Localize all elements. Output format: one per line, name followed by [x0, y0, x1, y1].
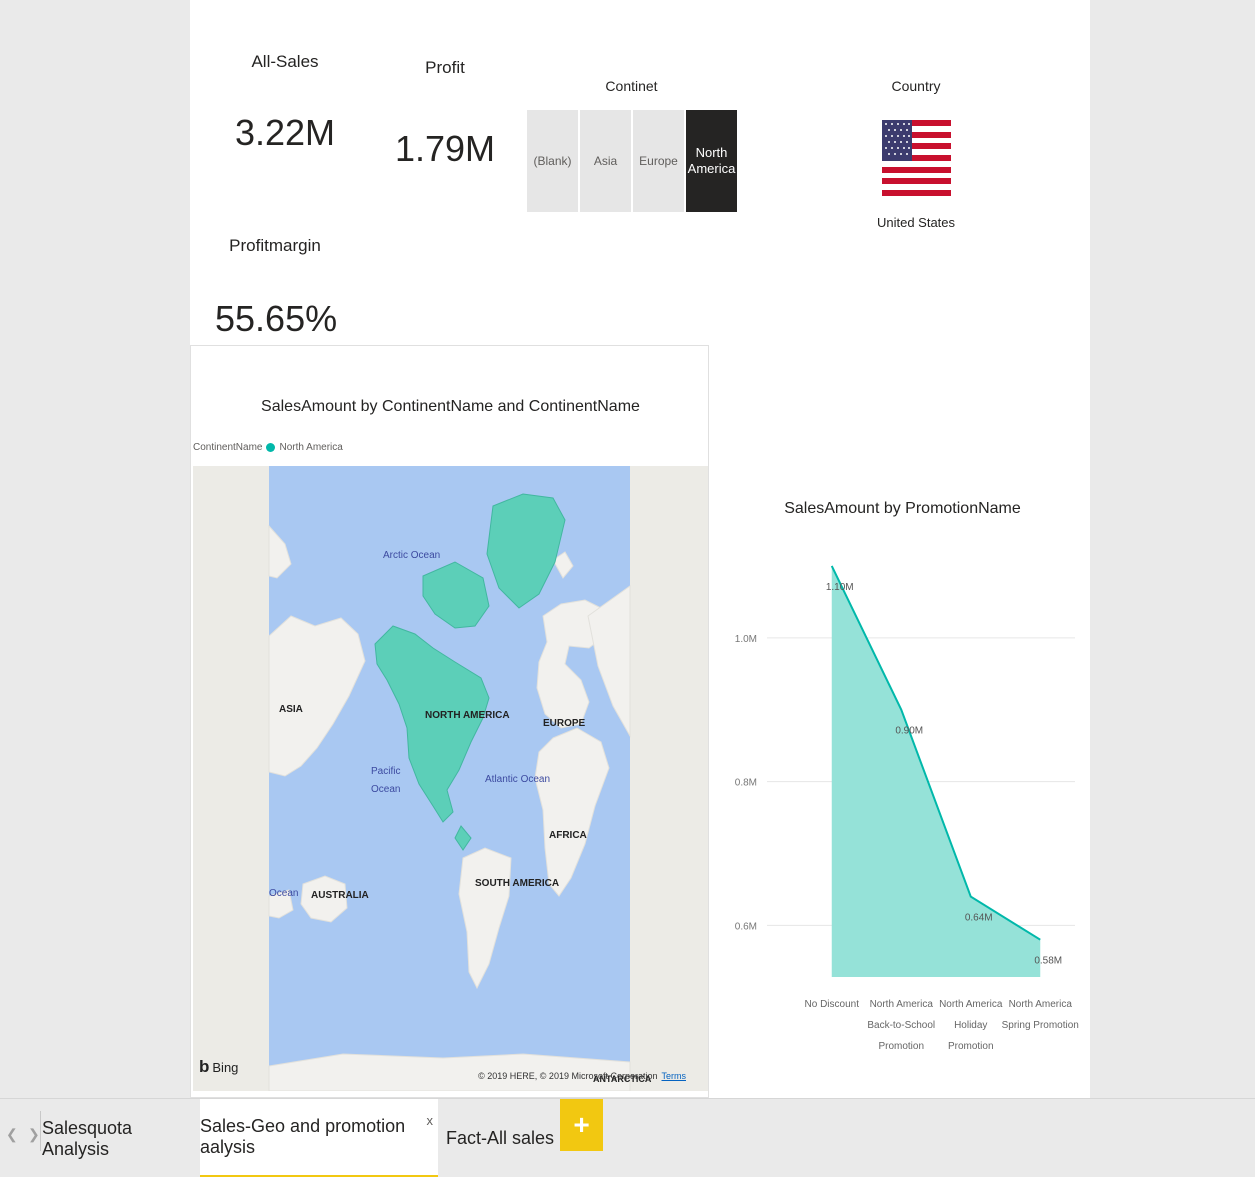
slicer-option-europe[interactable]: Europe	[633, 110, 684, 212]
map-label-ocean: Ocean	[269, 888, 298, 899]
add-page-button[interactable]: +	[560, 1099, 603, 1151]
map-label-atlantic: Atlantic Ocean	[485, 774, 550, 785]
area-chart[interactable]: 0.6M 0.8M 1.0M 1.10M 0.90M 0.64M 0.58M No Disco…	[730, 530, 1080, 1060]
all-sales-card[interactable]: All-Sales 3.22M	[220, 52, 350, 154]
bing-logo: b Bing	[199, 1057, 238, 1077]
area-chart-title: SalesAmount by PromotionName	[784, 500, 1021, 517]
tab-fact-all-sales[interactable]: Fact-All sales	[441, 1099, 559, 1177]
legend-label: ContinentName	[193, 442, 263, 453]
card-value: 3.22M	[234, 112, 336, 153]
world-map: Arctic Ocean ASIA NORTH AMERICA EUROPE P…	[268, 466, 652, 1091]
us-flag-icon	[882, 120, 951, 196]
x-tick-label: Promotion	[878, 1041, 924, 1052]
card-value: 1.79M	[394, 128, 496, 169]
bing-label: Bing	[212, 1059, 239, 1075]
x-tick-label: No Discount	[805, 999, 860, 1010]
copyright-text: © 2019 HERE, © 2019 Microsoft Corporatio…	[478, 1071, 658, 1081]
map-label-africa: AFRICA	[549, 830, 587, 841]
continent-slicer-title: Continet	[605, 78, 658, 94]
card-label: Profit	[425, 58, 465, 77]
x-tick-label: North America	[939, 999, 1003, 1010]
tab-prev-icon[interactable]: ❮	[6, 1126, 18, 1143]
x-tick-label: Promotion	[948, 1041, 994, 1052]
slicer-option-north-america[interactable]: North America	[686, 110, 737, 212]
map-label-pacific-1: Pacific	[371, 766, 400, 777]
x-tick-label: North America	[870, 999, 934, 1010]
profit-card[interactable]: Profit 1.79M	[390, 58, 500, 170]
card-label: Profitmargin	[229, 236, 321, 255]
legend-item[interactable]: North America	[279, 442, 342, 453]
map-area[interactable]: Arctic Ocean ASIA NORTH AMERICA EUROPE P…	[193, 466, 708, 1091]
x-tick-label: North America	[1009, 999, 1073, 1010]
slicer-option-asia[interactable]: Asia	[580, 110, 631, 212]
close-icon[interactable]: x	[427, 1113, 434, 1128]
y-tick-label: 0.8M	[735, 778, 757, 789]
page-tab-bar: ❮ ❯ Salesquota Analysis Sales-Geo and pr…	[0, 1098, 1255, 1177]
map-copyright: © 2019 HERE, © 2019 Microsoft Corporatio…	[478, 1071, 686, 1081]
card-value: 55.65%	[215, 298, 338, 339]
legend-dot-icon	[266, 443, 276, 452]
map-label-europe: EUROPE	[543, 718, 586, 729]
map-visual[interactable]: SalesAmount by ContinentName and Contine…	[190, 345, 709, 1098]
map-legend: ContinentName North America	[193, 442, 343, 453]
area-fill	[831, 565, 1041, 977]
x-tick-label: Spring Promotion	[1002, 1020, 1079, 1031]
terms-link[interactable]: Terms	[662, 1071, 687, 1081]
profit-margin-card[interactable]: Profitmargin 55.65%	[215, 236, 338, 340]
card-label: All-Sales	[251, 52, 319, 71]
x-tick-label: Holiday	[954, 1020, 987, 1031]
y-tick-label: 1.0M	[735, 634, 757, 645]
slicer-option-blank[interactable]: (Blank)	[527, 110, 578, 212]
bing-b-icon: b	[199, 1057, 210, 1076]
map-label-north-america: NORTH AMERICA	[425, 710, 510, 721]
map-label-asia: ASIA	[279, 704, 303, 715]
map-title: SalesAmount by ContinentName and Contine…	[261, 398, 640, 415]
map-label-australia: AUSTRALIA	[311, 890, 369, 901]
x-tick-label: Back-to-School	[867, 1020, 935, 1031]
tab-label: Sales-Geo and promotion aalysis	[200, 1116, 406, 1157]
country-title: Country	[891, 78, 941, 94]
data-label: 0.58M	[1034, 956, 1062, 967]
tab-divider	[40, 1111, 41, 1151]
tab-salesquota-analysis[interactable]: Salesquota Analysis	[42, 1099, 197, 1177]
tab-label: Salesquota Analysis	[42, 1117, 133, 1159]
map-label-south-america: SOUTH AMERICA	[475, 878, 559, 889]
data-label: 0.64M	[965, 913, 993, 924]
data-label: 0.90M	[895, 726, 923, 737]
tab-next-icon[interactable]: ❯	[28, 1126, 40, 1143]
tab-sales-geo-promotion[interactable]: Sales-Geo and promotion aalysis x	[200, 1099, 438, 1177]
data-label: 1.10M	[826, 582, 854, 593]
continent-slicer: (Blank) Asia Europe North America	[527, 110, 737, 212]
map-label-pacific-2: Ocean	[371, 784, 400, 795]
tab-label: Fact-All sales	[445, 1128, 555, 1148]
y-tick-label: 0.6M	[735, 921, 757, 932]
map-label-arctic: Arctic Ocean	[383, 550, 440, 561]
country-name: United States	[876, 215, 956, 230]
